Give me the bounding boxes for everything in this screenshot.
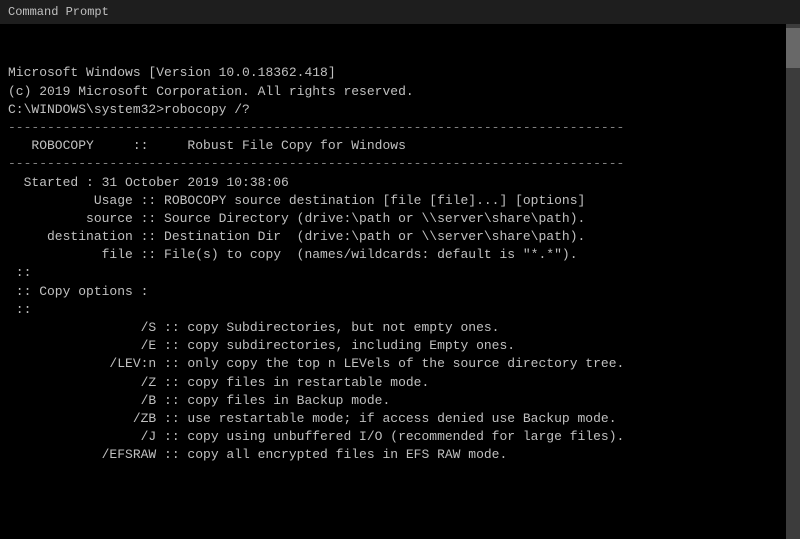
terminal-line: C:\WINDOWS\system32>robocopy /? xyxy=(8,101,792,119)
terminal-line: /LEV:n :: only copy the top n LEVels of … xyxy=(8,355,792,373)
terminal-line: /ZB :: use restartable mode; if access d… xyxy=(8,410,792,428)
terminal-line: /EFSRAW :: copy all encrypted files in E… xyxy=(8,446,792,464)
terminal-line: :: Copy options : xyxy=(8,283,792,301)
terminal-line: ----------------------------------------… xyxy=(8,155,792,173)
terminal-line: /B :: copy files in Backup mode. xyxy=(8,392,792,410)
terminal-line: file :: File(s) to copy (names/wildcards… xyxy=(8,246,792,264)
scrollbar-thumb[interactable] xyxy=(786,28,800,68)
terminal-line: /E :: copy subdirectories, including Emp… xyxy=(8,337,792,355)
terminal-line: /Z :: copy files in restartable mode. xyxy=(8,374,792,392)
terminal-line: ----------------------------------------… xyxy=(8,119,792,137)
terminal-line: (c) 2019 Microsoft Corporation. All righ… xyxy=(8,83,792,101)
terminal-line: Usage :: ROBOCOPY source destination [fi… xyxy=(8,192,792,210)
scrollbar[interactable] xyxy=(786,24,800,539)
terminal-line: Microsoft Windows [Version 10.0.18362.41… xyxy=(8,64,792,82)
title-bar: Command Prompt xyxy=(0,0,800,24)
terminal-line: destination :: Destination Dir (drive:\p… xyxy=(8,228,792,246)
terminal-window: Command Prompt Microsoft Windows [Versio… xyxy=(0,0,800,539)
terminal-line: source :: Source Directory (drive:\path … xyxy=(8,210,792,228)
terminal-line: ROBOCOPY :: Robust File Copy for Windows xyxy=(8,137,792,155)
terminal-line: :: xyxy=(8,264,792,282)
title-text: Command Prompt xyxy=(8,5,109,19)
terminal-line: :: xyxy=(8,301,792,319)
terminal-content[interactable]: Microsoft Windows [Version 10.0.18362.41… xyxy=(0,24,800,539)
terminal-line: /J :: copy using unbuffered I/O (recomme… xyxy=(8,428,792,446)
terminal-line: Started : 31 October 2019 10:38:06 xyxy=(8,174,792,192)
terminal-line: /S :: copy Subdirectories, but not empty… xyxy=(8,319,792,337)
